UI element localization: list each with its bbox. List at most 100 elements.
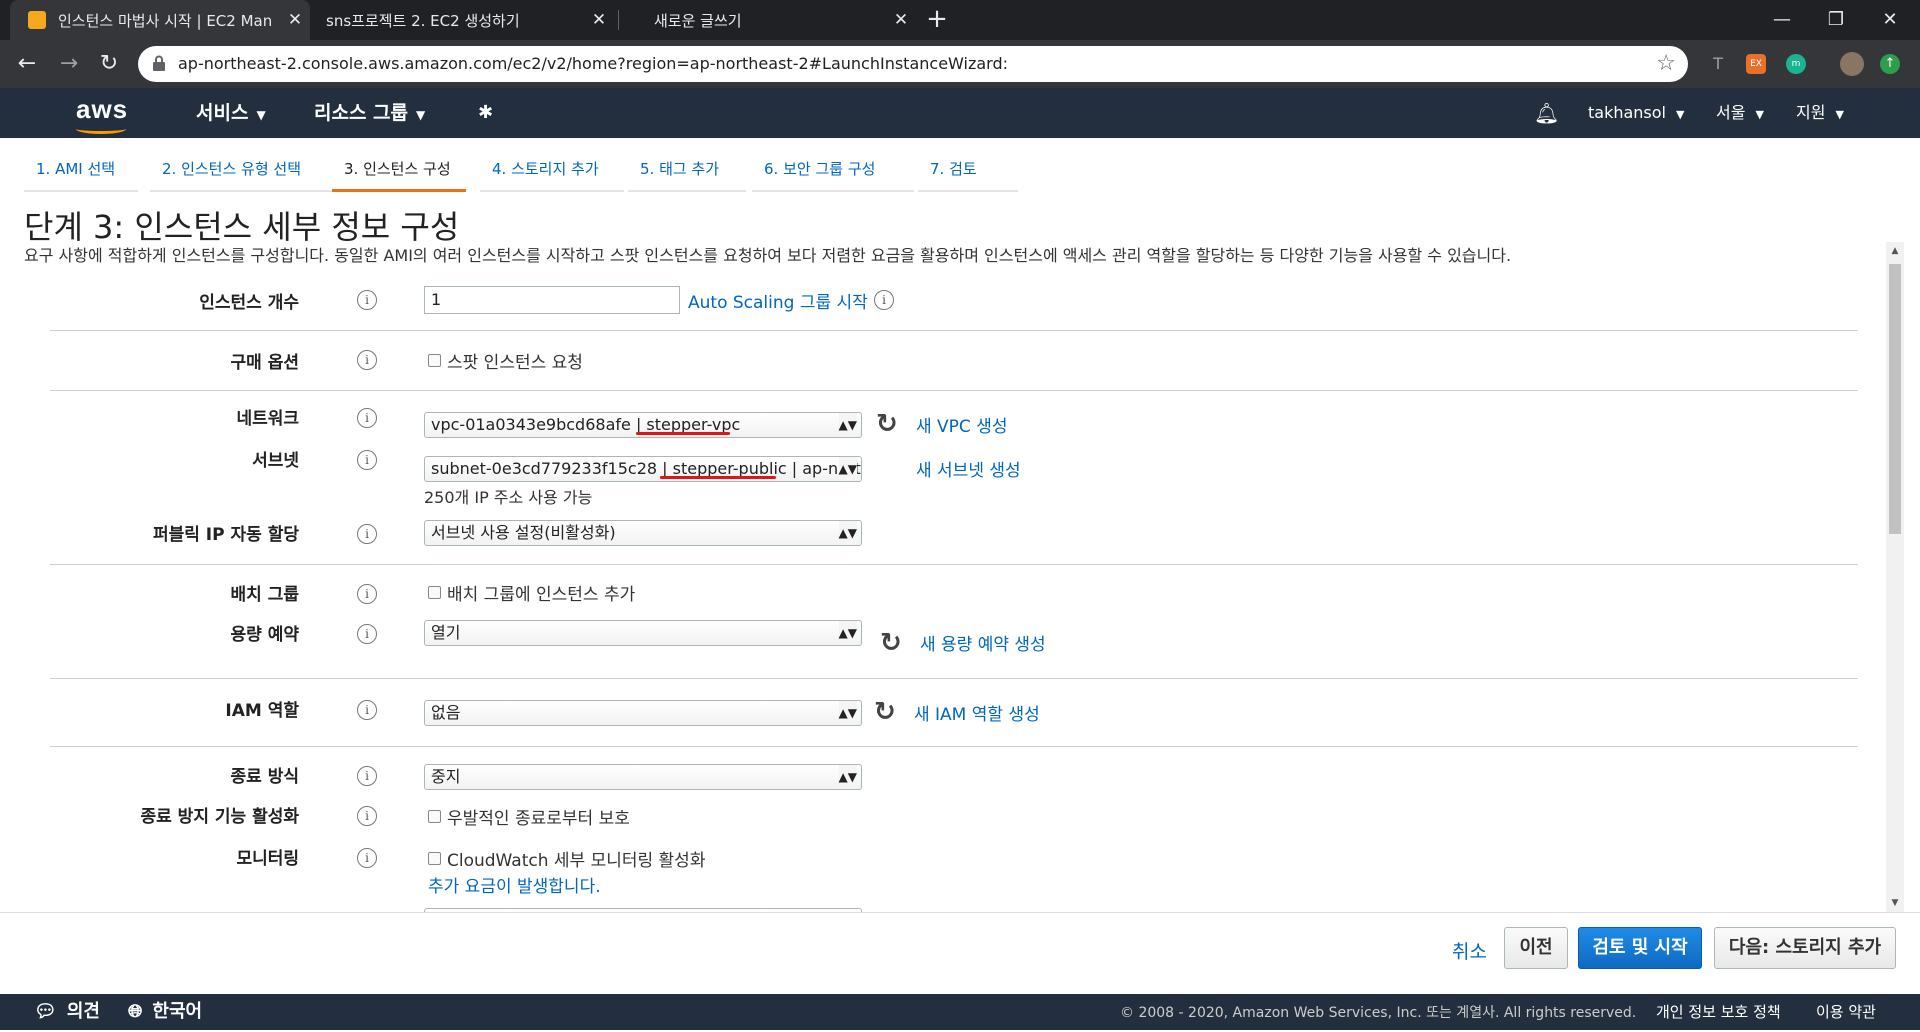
monitoring-checkbox[interactable]: CloudWatch 세부 모니터링 활성화 — [428, 846, 705, 871]
info-icon[interactable]: i — [357, 350, 377, 370]
chevron-down-icon: ▼ — [256, 108, 266, 122]
update-icon[interactable]: ↑ — [1880, 54, 1900, 74]
console-footer: 💬︎ 의견 🌐︎ 한국어 © 2008 - 2020, Amazon Web Ser… — [0, 994, 1920, 1030]
checkbox-box[interactable] — [428, 354, 441, 367]
placement-group-label: 배치 그룹 — [230, 585, 299, 605]
info-icon[interactable]: i — [874, 290, 894, 310]
resource-groups-label: 리소스 그룹 — [314, 102, 409, 124]
checkbox-box[interactable] — [428, 810, 441, 823]
new-vpc-link[interactable]: 새 VPC 생성 — [916, 412, 1007, 437]
page-description: 요구 사항에 적합하게 인스턴스를 구성합니다. 동일한 AMI의 여러 인스턴… — [24, 246, 1512, 265]
account-menu[interactable]: takhansol ▼ — [1588, 88, 1684, 140]
step-ami[interactable]: 1. AMI 선택 — [24, 150, 138, 192]
step-review[interactable]: 7. 검토 — [918, 150, 1018, 192]
step-configure-instance[interactable]: 3. 인스턴스 구성 — [332, 150, 466, 192]
m-extension-icon[interactable]: m — [1786, 54, 1806, 74]
aws-console-header: aws 서비스 ▼ 리소스 그룹 ▼ ✱ 🔔︎ takhansol ▼ 서울 ▼ 지원 ▼ — [0, 88, 1920, 138]
terms-link[interactable]: 이용 약관 — [1816, 994, 1876, 1030]
step-security-group[interactable]: 6. 보안 그룹 구성 — [752, 150, 914, 192]
language-button[interactable]: 🌐︎ 한국어 — [128, 994, 202, 1030]
aws-logo[interactable]: aws — [76, 94, 129, 134]
close-icon[interactable]: ✕ — [280, 10, 310, 30]
info-icon[interactable]: i — [357, 700, 377, 720]
iam-value: 없음 — [431, 703, 461, 722]
browser-tab-ec2[interactable]: 인스턴스 마법사 시작 | EC2 Man ✕ — [10, 0, 310, 40]
region-menu[interactable]: 서울 ▼ — [1716, 88, 1764, 140]
capacity-reservation-select[interactable]: 열기 ▲▼ — [424, 620, 862, 646]
additional-charges-note: 추가 요금이 발생합니다. — [428, 877, 601, 897]
review-and-launch-button[interactable]: 검토 및 시작 — [1578, 927, 1702, 969]
termination-protection-checkbox[interactable]: 우발적인 종료로부터 보호 — [428, 804, 630, 829]
lock-icon — [153, 55, 165, 71]
restore-icon[interactable]: ❐ — [1806, 0, 1866, 40]
subnet-select[interactable]: subnet-0e3cd779233f15c28 | stepper-publi… — [424, 456, 862, 482]
services-menu[interactable]: 서비스 ▼ — [196, 88, 266, 140]
feedback-button[interactable]: 💬︎ 의견 — [34, 994, 100, 1030]
divider — [50, 390, 1858, 391]
back-icon[interactable]: ← — [10, 47, 44, 81]
bookmark-star-icon[interactable]: ☆ — [1656, 46, 1676, 82]
shutdown-behavior-select[interactable]: 중지 ▲▼ — [424, 764, 862, 790]
forward-icon[interactable]: → — [52, 47, 86, 81]
browser-tab-sns[interactable]: sns프로젝트 2. EC2 생성하기 ✕ — [314, 0, 614, 40]
iam-role-label: IAM 역할 — [225, 701, 299, 721]
info-icon[interactable]: i — [357, 408, 377, 428]
browser-tab-newpost[interactable]: 새로운 글쓰기 ✕ — [620, 0, 916, 40]
aws-logo-text: aws — [76, 94, 129, 124]
ex-extension-icon[interactable]: EX — [1746, 54, 1766, 74]
select-arrows-icon: ▲▼ — [838, 765, 857, 789]
iam-role-select[interactable]: 없음 ▲▼ — [424, 700, 862, 726]
public-ip-select[interactable]: 서브넷 사용 설정(비활성화) ▲▼ — [424, 520, 862, 546]
instance-details-form: 인스턴스 개수 i 1 Auto Scaling 그룹 시작 i 구매 옵션 i… — [0, 270, 1880, 912]
privacy-link[interactable]: 개인 정보 보호 정책 — [1656, 994, 1781, 1030]
refresh-icon[interactable]: ↻ — [876, 411, 898, 437]
instance-count-input[interactable]: 1 — [424, 286, 680, 314]
scroll-up-icon[interactable]: ▲ — [1886, 242, 1904, 260]
globe-icon: 🌐︎ — [128, 1001, 143, 1022]
auto-scaling-link[interactable]: Auto Scaling 그룹 시작 — [688, 288, 868, 313]
window-close-icon[interactable]: ✕ — [1860, 0, 1920, 40]
copyright-text: © 2008 - 2020, Amazon Web Services, Inc.… — [1120, 1005, 1637, 1021]
spot-instance-checkbox[interactable]: 스팟 인스턴스 요청 — [428, 348, 583, 373]
select-arrows-icon: ▲▼ — [838, 621, 857, 645]
new-subnet-link[interactable]: 새 서브넷 생성 — [916, 456, 1021, 481]
step-tags[interactable]: 5. 태그 추가 — [628, 150, 746, 192]
info-icon[interactable]: i — [357, 450, 377, 470]
info-icon[interactable]: i — [357, 806, 377, 826]
new-tab-button[interactable]: + — [922, 4, 952, 34]
t-extension-icon[interactable]: T — [1708, 54, 1728, 74]
placement-group-checkbox[interactable]: 배치 그룹에 인스턴스 추가 — [428, 580, 635, 605]
profile-avatar[interactable] — [1840, 52, 1864, 76]
info-icon[interactable]: i — [357, 624, 377, 644]
next-storage-button[interactable]: 다음: 스토리지 추가 — [1714, 927, 1896, 969]
pin-icon[interactable]: ✱ — [478, 88, 493, 138]
chevron-down-icon: ▼ — [1676, 108, 1685, 121]
reload-icon[interactable]: ↻ — [92, 47, 126, 81]
info-icon[interactable]: i — [357, 524, 377, 544]
minimize-icon[interactable]: — — [1752, 0, 1812, 40]
info-icon[interactable]: i — [357, 848, 377, 868]
support-menu[interactable]: 지원 ▼ — [1796, 88, 1844, 140]
refresh-icon[interactable]: ↻ — [874, 699, 896, 725]
checkbox-box[interactable] — [428, 852, 441, 865]
info-icon[interactable]: i — [357, 766, 377, 786]
form-scrollbar[interactable]: ▲ ▼ — [1886, 242, 1904, 912]
info-icon[interactable]: i — [357, 584, 377, 604]
network-label: 네트워크 — [236, 409, 299, 429]
scroll-down-icon[interactable]: ▼ — [1886, 894, 1904, 912]
cancel-link[interactable]: 취소 — [1452, 937, 1487, 964]
step-instance-type[interactable]: 2. 인스턴스 유형 선택 — [150, 150, 332, 192]
new-capacity-reservation-link[interactable]: 새 용량 예약 생성 — [920, 630, 1046, 655]
scrollbar-thumb[interactable] — [1889, 264, 1901, 534]
close-icon[interactable]: ✕ — [584, 10, 614, 30]
step-storage[interactable]: 4. 스토리지 추가 — [480, 150, 624, 192]
close-icon[interactable]: ✕ — [886, 10, 916, 30]
previous-button[interactable]: 이전 — [1504, 927, 1568, 969]
address-bar[interactable]: ap-northeast-2.console.aws.amazon.com/ec… — [138, 46, 1688, 82]
info-icon[interactable]: i — [357, 290, 377, 310]
bell-icon[interactable]: 🔔︎ — [1534, 88, 1559, 138]
new-iam-role-link[interactable]: 새 IAM 역할 생성 — [914, 700, 1040, 725]
checkbox-box[interactable] — [428, 586, 441, 599]
resource-groups-menu[interactable]: 리소스 그룹 ▼ — [314, 88, 425, 140]
refresh-icon[interactable]: ↻ — [880, 630, 902, 656]
